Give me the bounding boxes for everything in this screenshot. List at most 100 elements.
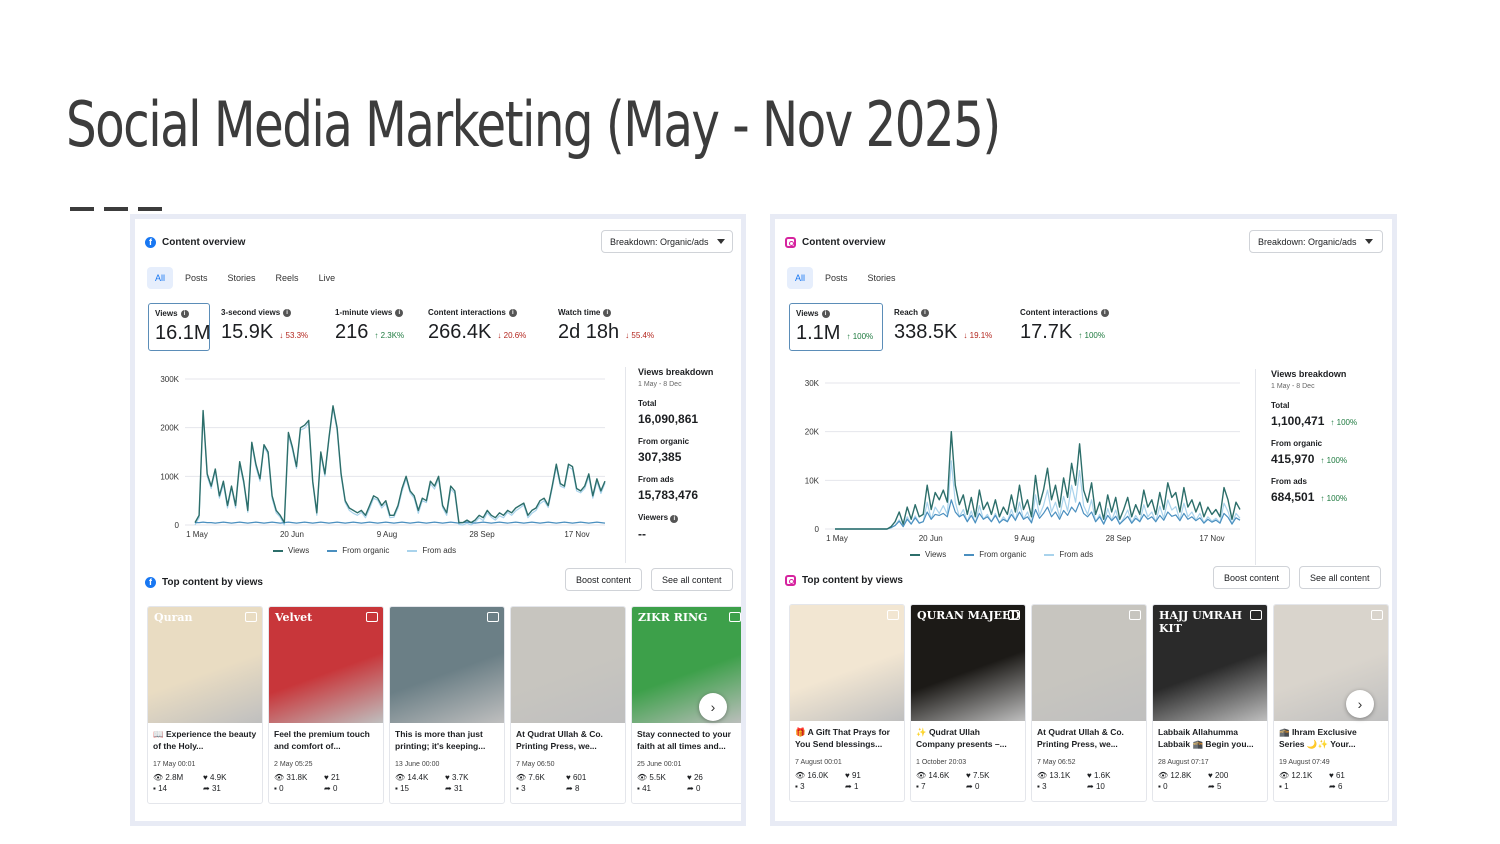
- x-tick-label: 20 Jun: [919, 534, 943, 543]
- heart-icon: ♥: [445, 773, 450, 782]
- breakdown-value: 415,970: [1271, 452, 1315, 466]
- breakdown-dropdown[interactable]: Breakdown: Organic/ads: [1249, 230, 1383, 253]
- tab-all[interactable]: All: [147, 267, 174, 289]
- content-card[interactable]: At Qudrat Ullah & Co. Printing Press, we…: [1031, 604, 1147, 802]
- boost-content-button[interactable]: Boost content: [1213, 566, 1291, 589]
- post-thumbnail[interactable]: [511, 607, 625, 723]
- top-content-title: Top content by views: [802, 575, 903, 586]
- metric-3-second-views[interactable]: 3-second views i 15.9K ↓ 53.3%: [215, 303, 314, 351]
- breakdown-total: Total 16,090,861: [638, 399, 713, 426]
- eye-icon: 👁: [516, 773, 527, 782]
- shares-count: 5: [1216, 782, 1222, 791]
- share-icon: ➦: [445, 784, 452, 793]
- share-icon: ➦: [966, 782, 973, 791]
- reel-icon: [1371, 610, 1383, 620]
- boost-content-button[interactable]: Boost content: [565, 568, 643, 591]
- post-date: 25 June 00:01: [637, 761, 682, 768]
- metric-content-interactions[interactable]: Content interactions i 266.4K ↓ 20.6%: [422, 303, 532, 351]
- content-card[interactable]: 🎁 A Gift That Prays for You Send blessin…: [789, 604, 905, 802]
- comment-icon: ▪: [516, 784, 519, 793]
- views-breakdown: Views breakdown 1 May - 8 Dec Total 16,0…: [638, 367, 713, 541]
- content-card[interactable]: Velvet Feel the premium touch and comfort…: [268, 606, 384, 804]
- views-count: 2.8M: [165, 773, 184, 782]
- breakdown-dropdown[interactable]: Breakdown: Organic/ads: [601, 230, 733, 253]
- shares-count: 31: [453, 784, 463, 793]
- views-count: 16.0K: [807, 771, 829, 780]
- breakdown-title: Views breakdown: [638, 367, 714, 377]
- see-all-content-button[interactable]: See all content: [1299, 566, 1381, 589]
- post-thumbnail[interactable]: HAJJ UMRAH KIT: [1153, 605, 1267, 721]
- tab-live[interactable]: Live: [311, 267, 344, 289]
- reel-icon: [487, 612, 499, 622]
- heart-icon: ♥: [566, 773, 571, 782]
- x-tick-label: 1 May: [186, 530, 208, 539]
- likes-count: 26: [693, 773, 703, 782]
- metric-1-minute-views[interactable]: 1-minute views i 216 ↑ 2.3K%: [329, 303, 410, 351]
- post-thumbnail[interactable]: [790, 605, 904, 721]
- tab-stories[interactable]: Stories: [860, 267, 904, 289]
- legend-swatch: [273, 549, 283, 552]
- likes-stat: ♥ 61: [1329, 771, 1379, 780]
- see-all-content-button[interactable]: See all content: [651, 568, 733, 591]
- legend-label: Views: [925, 550, 947, 559]
- breakdown-label: Total: [638, 399, 657, 408]
- legend-label: Views: [288, 546, 310, 555]
- tab-posts[interactable]: Posts: [177, 267, 216, 289]
- views-count: 31.8K: [286, 773, 308, 782]
- metric-delta: ↓ 20.6%: [497, 331, 527, 340]
- comment-icon: ▪: [1158, 782, 1161, 791]
- content-card[interactable]: ZIKR RING Stay connected to your faith at…: [631, 606, 741, 804]
- metric-watch-time[interactable]: Watch time i 2d 18h ↓ 55.4%: [552, 303, 660, 351]
- metric-views[interactable]: Views i 1.1M ↑ 100%: [789, 303, 883, 351]
- post-caption: 🎁 A Gift That Prays for You Send blessin…: [795, 727, 890, 749]
- comments-count: 3: [800, 782, 805, 791]
- comments-stat: ▪ 0: [274, 784, 324, 793]
- metric-views[interactable]: Views i 16.1M: [148, 303, 211, 351]
- post-date: 28 August 07:17: [1158, 759, 1209, 766]
- tab-posts[interactable]: Posts: [817, 267, 856, 289]
- content-card[interactable]: Quran 📖 Experience the beauty of the Holy…: [147, 606, 263, 804]
- comments-count: 7: [921, 782, 926, 791]
- tab-stories[interactable]: Stories: [220, 267, 264, 289]
- breakdown-label: Viewers: [638, 513, 669, 522]
- share-icon: ➦: [203, 784, 210, 793]
- top-content-header: Top content by views: [785, 575, 903, 586]
- chevron-right-icon[interactable]: ›: [699, 693, 727, 721]
- heart-icon: ♥: [845, 771, 850, 780]
- post-thumbnail[interactable]: [390, 607, 504, 723]
- content-card[interactable]: This is more than just printing; it's ke…: [389, 606, 505, 804]
- content-card[interactable]: QURAN MAJEED ✨ Qudrat Ullah Company prese…: [910, 604, 1026, 802]
- comments-count: 0: [279, 784, 284, 793]
- content-card[interactable]: HAJJ UMRAH KIT Labbaik Allahumma Labbaik …: [1152, 604, 1268, 802]
- breakdown-label: From organic: [1271, 439, 1323, 448]
- content-card[interactable]: At Qudrat Ullah & Co. Printing Press, we…: [510, 606, 626, 804]
- post-stats: 👁 2.8M ♥ 4.9K ▪ 14 ➦ 31: [148, 768, 262, 793]
- series-line-organic: [195, 521, 606, 524]
- chevron-down-icon: [1364, 239, 1373, 244]
- breakdown-title: Views breakdown: [1271, 369, 1347, 379]
- top-content-header: f Top content by views: [145, 577, 263, 588]
- post-thumbnail[interactable]: Quran: [148, 607, 262, 723]
- legend-swatch: [964, 553, 975, 556]
- shares-count: 0: [332, 784, 338, 793]
- y-tick-label: 30K: [805, 379, 820, 388]
- metric-content-interactions[interactable]: Content interactions i 17.7K ↑ 100%: [1014, 303, 1115, 351]
- comments-stat: ▪ 14: [153, 784, 203, 793]
- metric-reach[interactable]: Reach i 338.5K ↓ 19.1%: [888, 303, 998, 351]
- tab-all[interactable]: All: [787, 267, 814, 289]
- eye-icon: 👁: [795, 771, 806, 780]
- views-stat: 👁 5.5K: [637, 773, 687, 782]
- post-thumbnail[interactable]: [1032, 605, 1146, 721]
- likes-stat: ♥ 21: [324, 773, 374, 782]
- tab-reels[interactable]: Reels: [268, 267, 307, 289]
- post-thumbnail[interactable]: QURAN MAJEED: [911, 605, 1025, 721]
- eye-icon: 👁: [1279, 771, 1290, 780]
- comments-stat: ▪ 3: [795, 782, 845, 791]
- likes-count: 91: [851, 771, 861, 780]
- post-thumbnail[interactable]: ZIKR RING: [632, 607, 741, 723]
- post-stats: 👁 31.8K ♥ 21 ▪ 0 ➦ 0: [269, 768, 383, 793]
- post-caption: Feel the premium touch and comfort of...: [274, 729, 370, 751]
- post-thumbnail[interactable]: Velvet: [269, 607, 383, 723]
- chevron-right-icon[interactable]: ›: [1346, 690, 1374, 718]
- overview-title: Content overview: [802, 237, 886, 248]
